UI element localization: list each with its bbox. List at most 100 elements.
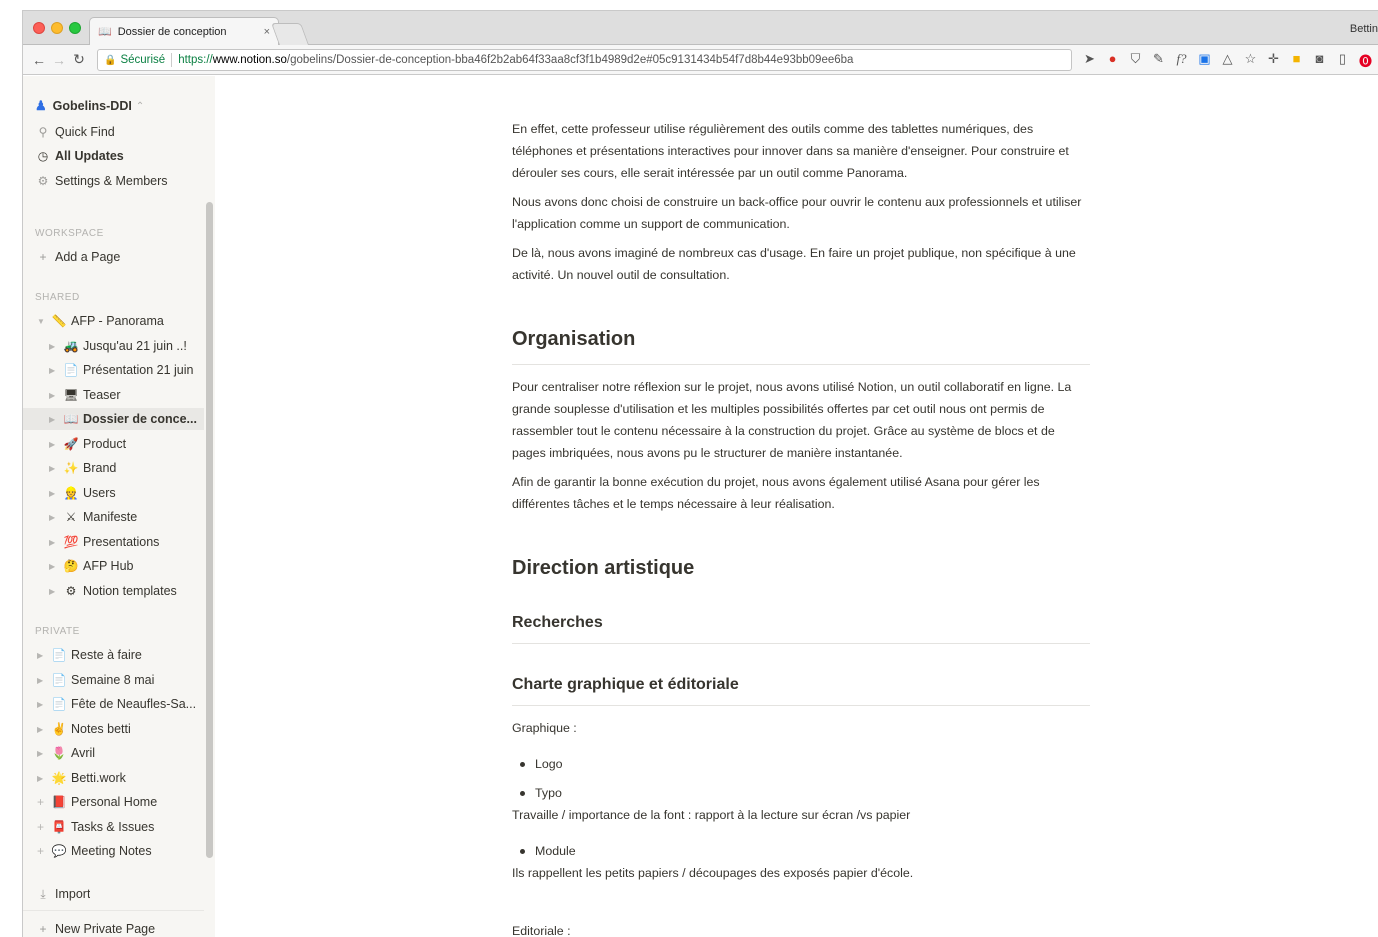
paragraph[interactable]: De là, nous avons imaginé de nombreux ca…: [512, 242, 1090, 286]
cursor-extension-icon[interactable]: ➤: [1081, 51, 1098, 70]
list-item[interactable]: Logo: [520, 757, 563, 771]
triangle-right-icon[interactable]: ▶: [37, 749, 47, 758]
sidebar-item-label: Avril: [71, 746, 96, 760]
paragraph[interactable]: Ils rappellent les petits papiers / déco…: [512, 862, 1090, 884]
triangle-right-icon[interactable]: ▶: [37, 700, 47, 709]
new-private-page-button[interactable]: + New Private Page: [23, 918, 204, 937]
paragraph[interactable]: En effet, cette professeur utilise régul…: [512, 118, 1090, 184]
paragraph[interactable]: Nous avons donc choisi de construire un …: [512, 191, 1090, 235]
triangle-right-icon[interactable]: ▶: [49, 464, 59, 473]
sidebar-item-notion-templates[interactable]: ▶ ⚙ Notion templates: [23, 580, 204, 602]
bullet-dot: [520, 848, 525, 854]
back-arrow-icon[interactable]: ←: [29, 52, 49, 68]
profile-name[interactable]: Bettin: [1350, 23, 1378, 35]
tab-close-icon[interactable]: ×: [264, 26, 270, 38]
sidebar-item-jusquau[interactable]: ▶ 🚜 Jusqu'au 21 juin ..!: [23, 335, 204, 357]
sidebar-item-brand[interactable]: ▶ ✨ Brand: [23, 457, 204, 479]
sidebar-item-product[interactable]: ▶ 🚀 Product: [23, 433, 204, 455]
font-extension-icon[interactable]: f?: [1173, 51, 1190, 70]
sidebar-item-avril[interactable]: ▶ 🌷 Avril: [23, 742, 204, 764]
sidebar-item-teaser[interactable]: ▶ 🖥 Teaser: [23, 384, 204, 406]
workspace-switcher[interactable]: ♟ Gobelins-DDI ⌃: [35, 98, 144, 114]
plus-icon[interactable]: +: [37, 844, 47, 858]
palette-extension-icon[interactable]: ■: [1288, 51, 1305, 70]
adblock-extension-icon[interactable]: ●: [1104, 51, 1121, 70]
screenshot-extension-icon[interactable]: ▣: [1196, 51, 1213, 70]
sidebar-item-tasks-issues[interactable]: + 📮 Tasks & Issues: [23, 816, 204, 838]
list-item[interactable]: Typo: [520, 786, 562, 800]
sidebar-item-presentation-21-juin[interactable]: ▶ 📄 Présentation 21 juin: [23, 359, 204, 381]
add-page-button[interactable]: + Add a Page: [23, 246, 204, 268]
triangle-right-icon[interactable]: ▶: [37, 774, 47, 783]
triangle-right-icon[interactable]: ▶: [37, 651, 47, 660]
sidebar-item-betti-work[interactable]: ▶ 🌟 Betti.work: [23, 767, 204, 789]
minimize-window-button[interactable]: [51, 22, 63, 34]
shield-extension-icon[interactable]: ⛉: [1127, 51, 1144, 70]
page-extension-icon[interactable]: ▯: [1334, 51, 1351, 70]
settings-members[interactable]: ⚙ Settings & Members: [23, 170, 204, 192]
sidebar-item-manifeste[interactable]: ▶ ⚔ Manifeste: [23, 506, 204, 528]
all-updates[interactable]: ◷ All Updates: [23, 145, 204, 167]
sidebar-item-users[interactable]: ▶ 👷 Users: [23, 482, 204, 504]
triangle-right-icon[interactable]: ▶: [49, 366, 59, 375]
bookmark-star-icon[interactable]: ☆: [1242, 51, 1259, 70]
hundred-points-icon: 💯: [63, 535, 79, 549]
heading-direction-artistique[interactable]: Direction artistique: [512, 557, 694, 580]
paragraph[interactable]: Graphique :: [512, 717, 1090, 739]
triangle-right-icon[interactable]: ▶: [49, 562, 59, 571]
sidebar-item-notes-betti[interactable]: ▶ ✌ Notes betti: [23, 718, 204, 740]
maximize-window-button[interactable]: [69, 22, 81, 34]
sidebar-item-dossier-de-conception[interactable]: ▶ 📖 Dossier de conce...: [23, 408, 204, 430]
eyedropper-extension-icon[interactable]: ✎: [1150, 51, 1167, 70]
star-icon: 🌟: [51, 771, 67, 785]
plus-icon[interactable]: +: [37, 795, 47, 809]
triangle-right-icon[interactable]: ▶: [49, 538, 59, 547]
sidebar-item-reste-a-faire[interactable]: ▶ 📄 Reste à faire: [23, 644, 204, 666]
sidebar-item-fete-de-neaufles[interactable]: ▶ 📄 Fête de Neaufles-Sa...: [23, 693, 204, 715]
pinterest-extension-icon[interactable]: ⓿: [1357, 51, 1374, 70]
heading-divider: [512, 705, 1090, 706]
triangle-right-icon[interactable]: ▶: [49, 342, 59, 351]
sidebar-item-personal-home[interactable]: + 📕 Personal Home: [23, 791, 204, 813]
new-private-page-label: New Private Page: [55, 922, 156, 936]
paragraph[interactable]: Afin de garantir la bonne exécution du p…: [512, 471, 1090, 515]
triangle-right-icon[interactable]: ▶: [37, 725, 47, 734]
triangle-right-icon[interactable]: ▶: [49, 587, 59, 596]
sidebar-item-afp-panorama[interactable]: ▼ 📏 AFP - Panorama: [23, 310, 204, 332]
heading-charte-graphique[interactable]: Charte graphique et éditoriale: [512, 676, 739, 694]
triangle-right-icon[interactable]: ▶: [49, 513, 59, 522]
plus-icon[interactable]: +: [37, 820, 47, 834]
triangle-right-icon[interactable]: ▶: [49, 489, 59, 498]
ruler-icon: 📏: [51, 314, 67, 328]
move-extension-icon[interactable]: ✛: [1265, 51, 1282, 70]
forward-arrow-icon[interactable]: →: [49, 52, 69, 68]
quick-find[interactable]: ⚲ Quick Find: [23, 121, 204, 143]
password-extension-icon[interactable]: ◙: [1311, 51, 1328, 70]
triangle-right-icon[interactable]: ▶: [49, 415, 59, 424]
paragraph[interactable]: Editoriale :: [512, 920, 1090, 937]
paragraph[interactable]: Travaille / importance de la font : rapp…: [512, 804, 1090, 826]
triangle-right-icon[interactable]: ▶: [49, 440, 59, 449]
triangle-right-icon[interactable]: ▶: [49, 391, 59, 400]
reload-icon[interactable]: ↻: [69, 51, 89, 68]
worker-icon: 👷: [63, 486, 79, 500]
browser-toolbar: ← → ↻ 🔒 Sécurisé https://www.notion.so/g…: [23, 45, 1378, 75]
heading-organisation[interactable]: Organisation: [512, 328, 635, 351]
sidebar-item-semaine-8-mai[interactable]: ▶ 📄 Semaine 8 mai: [23, 669, 204, 691]
sidebar-item-meeting-notes[interactable]: + 💬 Meeting Notes: [23, 840, 204, 862]
address-bar[interactable]: 🔒 Sécurisé https://www.notion.so/gobelin…: [97, 49, 1072, 71]
sidebar-scrollbar[interactable]: [206, 202, 213, 858]
close-window-button[interactable]: [33, 22, 45, 34]
sidebar-item-presentations[interactable]: ▶ 💯 Presentations: [23, 531, 204, 553]
drive-extension-icon[interactable]: △: [1219, 51, 1236, 70]
paragraph[interactable]: Pour centraliser notre réflexion sur le …: [512, 376, 1090, 464]
triangle-right-icon[interactable]: ▶: [37, 676, 47, 685]
list-item[interactable]: Module: [520, 844, 576, 858]
sidebar-item-label: Présentation 21 juin: [83, 363, 194, 377]
sidebar-item-afp-hub[interactable]: ▶ 🤔 AFP Hub: [23, 555, 204, 577]
tulip-icon: 🌷: [51, 746, 67, 760]
browser-tab-active[interactable]: 📖 Dossier de conception ×: [89, 17, 279, 45]
triangle-down-icon[interactable]: ▼: [37, 317, 47, 326]
import-button[interactable]: ⤓ Import: [23, 883, 204, 905]
heading-recherches[interactable]: Recherches: [512, 614, 603, 632]
